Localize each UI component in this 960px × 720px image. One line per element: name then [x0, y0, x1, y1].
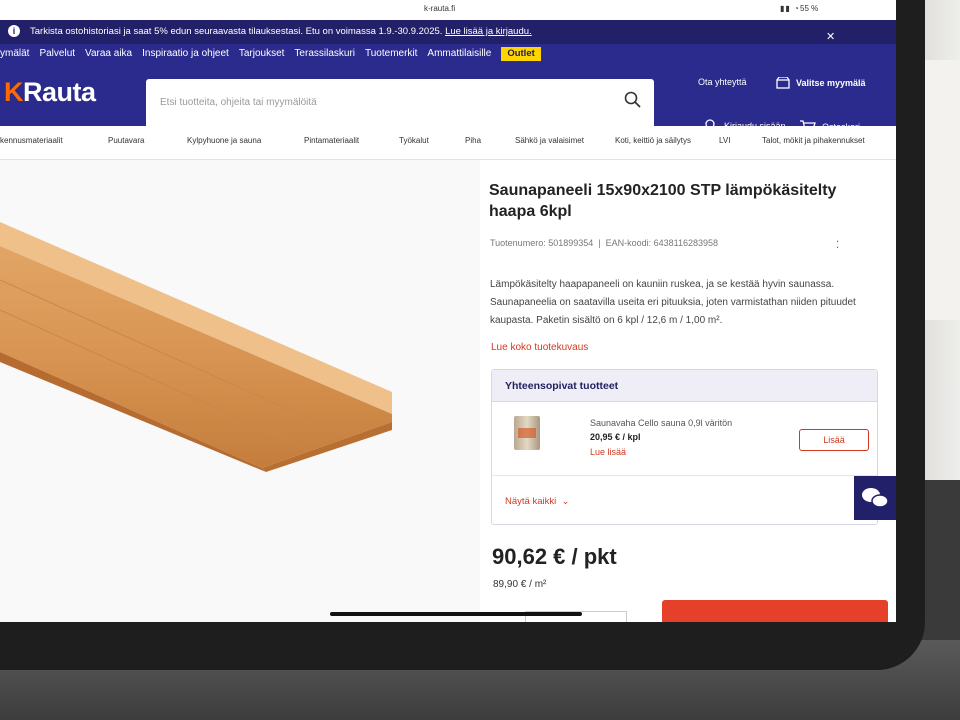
- show-all-label: Näytä kaikki: [505, 496, 557, 507]
- more-icon[interactable]: ⁚: [836, 240, 839, 251]
- category-lumber[interactable]: Puutavara: [108, 136, 144, 145]
- read-full-description-link[interactable]: Lue koko tuotekuvaus: [491, 342, 588, 353]
- show-all-link[interactable]: Näytä kaikki ⌄: [505, 496, 569, 507]
- menu-item-pros[interactable]: Ammattilaisille: [427, 44, 491, 70]
- compatible-item-name[interactable]: Saunavaha Cello sauna 0,9l väritön: [590, 418, 732, 428]
- category-bathroom-sauna[interactable]: Kylpyhuone ja sauna: [187, 136, 261, 145]
- home-indicator[interactable]: [330, 612, 582, 616]
- k-rauta-logo[interactable]: KRauta: [4, 77, 96, 108]
- compatible-heading: Yhteensopivat tuotteet: [492, 370, 877, 402]
- compatible-products: Yhteensopivat tuotteet Saunavaha Cello s…: [491, 369, 878, 525]
- product-title: Saunapaneeli 15x90x2100 STP lämpökäsitel…: [489, 182, 837, 220]
- tablet-bezel: k-rauta.fi ▮▮ ◔ 55 % i Tarkista ostohist…: [0, 0, 925, 670]
- unit-price: 89,90 € / m²: [493, 579, 547, 590]
- chat-button[interactable]: [854, 476, 896, 520]
- top-menu: ymälät Palvelut Varaa aika Inspiraatio j…: [0, 44, 541, 70]
- signal-icon: ▮▮ ◔: [780, 4, 800, 13]
- status-bar: k-rauta.fi ▮▮ ◔ 55 %: [0, 0, 896, 20]
- compatible-item-price: 20,95 € / kpl: [590, 432, 641, 442]
- compatible-item: Saunavaha Cello sauna 0,9l väritön 20,95…: [492, 402, 877, 476]
- compatible-item-read-more[interactable]: Lue lisää: [590, 447, 626, 457]
- select-store-label: Valitse myymälä: [796, 78, 866, 88]
- chevron-down-icon: ⌄: [558, 496, 570, 507]
- product-codes: Tuotenumero: 501899354 | EAN-koodi: 6438…: [490, 238, 718, 248]
- add-to-cart-main-button[interactable]: [662, 600, 888, 622]
- battery-label: 55 %: [800, 4, 819, 13]
- chat-icon: [862, 488, 889, 508]
- menu-item-book[interactable]: Varaa aika: [85, 44, 132, 70]
- category-electric-lighting[interactable]: Sähkö ja valaisimet: [515, 136, 584, 145]
- meta-separator: |: [595, 238, 604, 248]
- search-input[interactable]: Etsi tuotteita, ohjeita tai myymälöitä: [146, 79, 654, 133]
- sauna-panel-image: [0, 222, 392, 472]
- url-label[interactable]: k-rauta.fi: [424, 4, 455, 13]
- tablet-screen: k-rauta.fi ▮▮ ◔ 55 % i Tarkista ostohist…: [0, 0, 896, 622]
- background-shelf: [920, 60, 960, 320]
- category-nav: kennusmateriaalit Puutavara Kylpyhuone j…: [0, 126, 896, 160]
- store-icon: [776, 77, 790, 89]
- category-building-materials[interactable]: kennusmateriaalit: [0, 136, 63, 145]
- search-icon[interactable]: [624, 91, 642, 109]
- menu-item-stores[interactable]: ymälät: [0, 44, 29, 70]
- select-store-button[interactable]: Valitse myymälä: [776, 77, 866, 89]
- promo-banner: i Tarkista ostohistoriasi ja saat 5% edu…: [0, 20, 896, 44]
- promo-message: Tarkista ostohistoriasi ja saat 5% edun …: [30, 26, 443, 37]
- category-plumbing[interactable]: LVI: [719, 136, 730, 145]
- category-houses-cottages[interactable]: Talot, mökit ja pihakennukset: [762, 136, 865, 145]
- add-to-cart-button[interactable]: Lisää: [799, 429, 869, 451]
- product-image[interactable]: [0, 160, 480, 622]
- category-home-kitchen[interactable]: Koti, keittiö ja säilytys: [615, 136, 691, 145]
- category-yard[interactable]: Piha: [465, 136, 481, 145]
- contact-link[interactable]: Ota yhteyttä: [698, 77, 747, 87]
- menu-item-offers[interactable]: Tarjoukset: [239, 44, 285, 70]
- close-icon[interactable]: ✕: [826, 30, 835, 43]
- product-ean: EAN-koodi: 6438116283958: [605, 238, 719, 248]
- category-tools[interactable]: Työkalut: [399, 136, 429, 145]
- info-icon: i: [8, 25, 20, 37]
- product-description: Lämpökäsitelty haapapaneeli on kauniin r…: [490, 279, 856, 326]
- promo-text: Tarkista ostohistoriasi ja saat 5% edun …: [30, 26, 532, 37]
- product-price: 90,62 € / pkt: [492, 544, 617, 569]
- menu-item-services[interactable]: Palvelut: [39, 44, 75, 70]
- product-sku: Tuotenumero: 501899354: [490, 238, 594, 248]
- promo-link[interactable]: Lue lisää ja kirjaudu.: [445, 26, 532, 37]
- menu-item-inspiration[interactable]: Inspiraatio ja ohjeet: [142, 44, 229, 70]
- menu-item-brands[interactable]: Tuotemerkit: [365, 44, 417, 70]
- menu-item-terrace-calc[interactable]: Terassilaskuri: [294, 44, 355, 70]
- product-thumbnail[interactable]: [514, 416, 540, 450]
- search-placeholder: Etsi tuotteita, ohjeita tai myymälöitä: [160, 97, 317, 108]
- outlet-badge[interactable]: Outlet: [501, 47, 541, 61]
- category-surface-materials[interactable]: Pintamateriaalit: [304, 136, 359, 145]
